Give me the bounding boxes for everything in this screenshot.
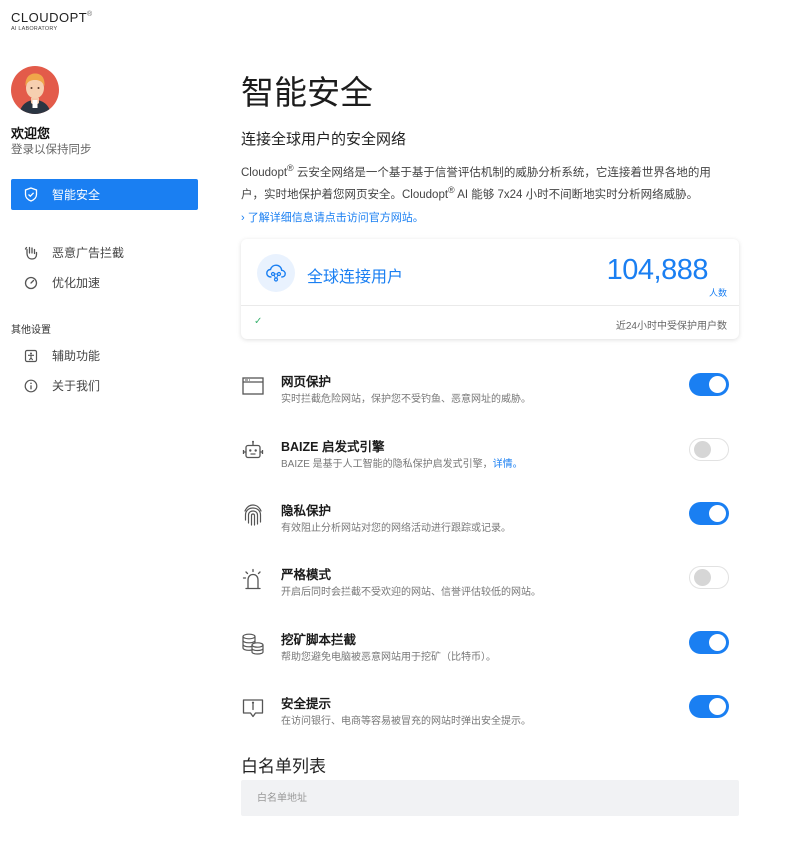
privacy-protection-toggle[interactable] [689, 502, 729, 525]
cloud-network-icon [257, 254, 295, 292]
whitelist-title: 白名单列表 [241, 757, 326, 776]
global-users-card: 全球连接用户 104,888 人数 ✓ 近24小时中受保护用户数 [241, 239, 739, 339]
sidebar-item-label: 智能安全 [52, 188, 101, 202]
global-users-count: 104,888 [606, 254, 709, 286]
info-icon [23, 378, 39, 394]
page-description: Cloudopt® 云安全网络是一个基于基于信誉评估机制的威胁分析系统，它连接着… [241, 163, 711, 201]
baize-details-link[interactable]: 详情。 [493, 459, 523, 470]
robot-icon [241, 438, 265, 464]
feature-privacy-protection: 隐私保护 有效阻止分析网站对您的网络活动进行跟踪或记录。 [241, 500, 739, 540]
accessibility-icon [23, 348, 39, 364]
feature-title: 严格模式 [281, 568, 332, 582]
gauge-icon [23, 275, 39, 291]
whitelist-input[interactable] [241, 780, 739, 816]
card-divider [241, 305, 739, 306]
feature-strict-mode: 严格模式 开启后同时会拦截不受欢迎的网站、信誉评估较低的网站。 [241, 564, 739, 604]
sidebar-item-label: 优化加速 [52, 276, 101, 290]
user-avatar-icon [19, 73, 51, 114]
sidebar-item-ad-block[interactable]: 恶意广告拦截 [23, 244, 124, 261]
page-title: 智能安全 [241, 74, 373, 111]
shield-icon [24, 187, 38, 202]
sidebar-item-about[interactable]: 关于我们 [23, 377, 100, 394]
global-users-unit: 人数 [708, 288, 727, 298]
baize-engine-toggle[interactable] [689, 438, 729, 461]
global-users-note: 近24小时中受保护用户数 [615, 321, 727, 332]
feature-description: 在访问银行、电商等容易被冒充的网站时弹出安全提示。 [281, 716, 531, 727]
brand-registered-mark: ® [87, 11, 93, 18]
security-alert-toggle[interactable] [689, 695, 729, 718]
feature-title: 隐私保护 [281, 504, 332, 518]
feature-security-alert: 安全提示 在访问银行、电商等容易被冒充的网站时弹出安全提示。 [241, 693, 739, 733]
official-site-link[interactable]: › 了解详细信息请点击访问官方网站。 [241, 209, 424, 225]
page-subtitle: 连接全球用户的安全网络 [241, 131, 407, 148]
brand-logo: CLOUDOPT ® AI LABORATORY [11, 10, 92, 32]
feature-description: BAIZE 是基于人工智能的隐私保护启发式引擎，详情。 [281, 459, 523, 470]
feature-mining-block: 挖矿脚本拦截 帮助您避免电脑被恶意网站用于挖矿（比特币）。 [241, 629, 739, 669]
avatar[interactable] [11, 66, 59, 114]
feature-title: BAIZE 启发式引擎 [281, 440, 385, 454]
feature-title: 挖矿脚本拦截 [281, 633, 357, 647]
alert-message-icon [241, 695, 265, 721]
hand-stop-icon [23, 245, 39, 261]
coins-icon [241, 631, 265, 657]
strict-mode-toggle[interactable] [689, 566, 729, 589]
fingerprint-icon [241, 502, 265, 528]
feature-description: 帮助您避免电脑被恶意网站用于挖矿（比特币）。 [281, 652, 496, 663]
siren-icon [241, 566, 265, 592]
brand-name: CLOUDOPT [11, 10, 88, 25]
feature-description: 实时拦截危险网站，保护您不受钓鱼、恶意网址的威胁。 [281, 394, 531, 405]
welcome-heading: 欢迎您 [11, 126, 51, 141]
feature-description: 有效阻止分析网站对您的网络活动进行跟踪或记录。 [281, 523, 511, 534]
sidebar-item-accessibility[interactable]: 辅助功能 [23, 347, 100, 364]
brand-tagline: AI LABORATORY [11, 26, 58, 32]
global-users-label: 全球连接用户 [307, 269, 404, 286]
sidebar-item-optimize[interactable]: 优化加速 [23, 274, 100, 291]
sidebar-item-label: 关于我们 [52, 379, 101, 393]
sidebar-item-label: 恶意广告拦截 [52, 246, 125, 260]
browser-window-icon [241, 373, 265, 399]
login-hint-link[interactable]: 登录以保持同步 [11, 141, 92, 157]
feature-baize-engine: BAIZE 启发式引擎 BAIZE 是基于人工智能的隐私保护启发式引擎，详情。 [241, 436, 739, 476]
sidebar-item-smart-security[interactable]: 智能安全 [11, 179, 198, 210]
feature-title: 安全提示 [281, 697, 332, 711]
feature-title: 网页保护 [281, 375, 332, 389]
feature-description: 开启后同时会拦截不受欢迎的网站、信誉评估较低的网站。 [281, 587, 541, 598]
sidebar-section-other: 其他设置 [11, 325, 51, 336]
web-protection-toggle[interactable] [689, 373, 729, 396]
sidebar-item-label: 辅助功能 [52, 349, 101, 363]
check-icon: ✓ [254, 316, 263, 327]
mining-block-toggle[interactable] [689, 631, 729, 654]
chevron-right-icon: › [241, 212, 248, 224]
feature-web-protection: 网页保护 实时拦截危险网站，保护您不受钓鱼、恶意网址的威胁。 [241, 371, 739, 411]
